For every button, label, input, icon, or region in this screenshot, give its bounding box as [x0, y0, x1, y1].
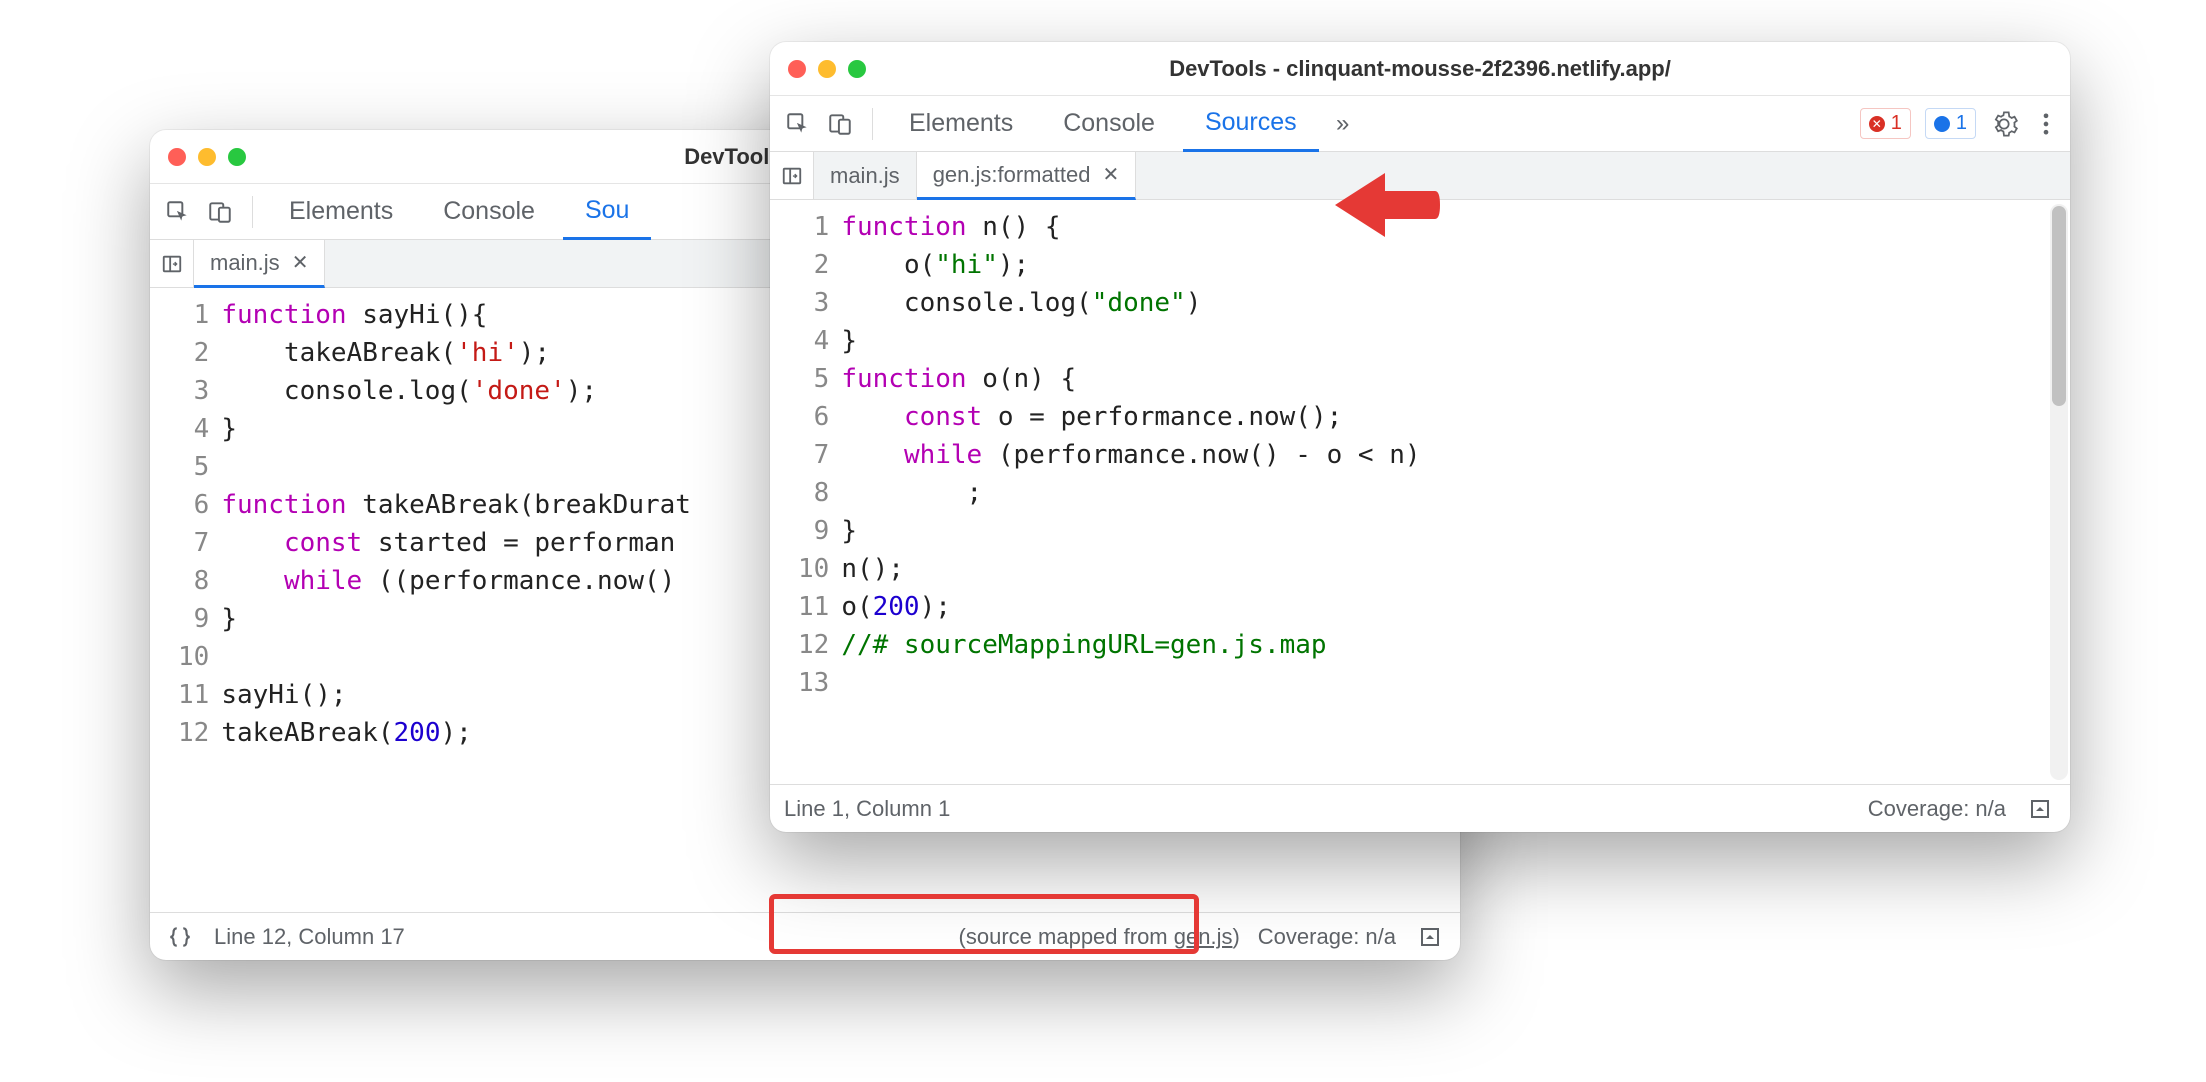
settings-gear-icon[interactable]	[1990, 110, 2018, 138]
device-toggle-icon[interactable]	[202, 194, 238, 230]
coverage-label: Coverage: n/a	[1258, 924, 1396, 950]
file-tab-main-js[interactable]: main.js	[814, 152, 917, 199]
annotation-highlight-box	[769, 894, 1199, 954]
inspect-element-icon[interactable]	[780, 106, 816, 142]
maximize-window-button[interactable]	[228, 148, 246, 166]
navigator-toggle-icon[interactable]	[150, 240, 194, 287]
error-dot-icon: ✕	[1869, 116, 1885, 132]
navigator-toggle-icon[interactable]	[770, 152, 814, 199]
file-tab-label: main.js	[830, 163, 900, 189]
message-count-badge[interactable]: 1	[1925, 108, 1976, 139]
inspect-element-icon[interactable]	[160, 194, 196, 230]
code-editor[interactable]: 12345678910111213 function n() { o("hi")…	[770, 200, 2070, 784]
minimize-window-button[interactable]	[198, 148, 216, 166]
file-tab-main-js[interactable]: main.js ✕	[194, 240, 325, 288]
scrollbar-thumb[interactable]	[2052, 206, 2066, 406]
file-tab-label: main.js	[210, 250, 280, 276]
devtools-window-front: DevTools - clinquant-mousse-2f2396.netli…	[770, 42, 2070, 832]
message-dot-icon	[1934, 116, 1950, 132]
code-area[interactable]: function n() { o("hi"); console.log("don…	[841, 200, 2070, 784]
line-gutter: 12345678910111213	[770, 200, 841, 784]
file-tab-label: gen.js:formatted	[933, 162, 1091, 188]
kebab-menu-icon[interactable]	[2032, 110, 2060, 138]
error-count-badge[interactable]: ✕ 1	[1860, 108, 1911, 139]
window-controls	[788, 60, 866, 78]
collapse-panel-icon[interactable]	[1414, 921, 1446, 953]
toolbar-separator	[872, 108, 873, 140]
more-tabs-icon[interactable]: »	[1325, 106, 1361, 142]
tab-sources[interactable]: Sou	[563, 185, 651, 240]
status-bar: Line 1, Column 1 Coverage: n/a	[770, 784, 2070, 832]
collapse-panel-icon[interactable]	[2024, 793, 2056, 825]
file-tab-gen-js-formatted[interactable]: gen.js:formatted ✕	[917, 152, 1137, 200]
cursor-position: Line 1, Column 1	[784, 796, 950, 822]
tab-elements[interactable]: Elements	[887, 96, 1035, 151]
window-controls	[168, 148, 246, 166]
tab-console[interactable]: Console	[421, 184, 557, 239]
close-icon[interactable]: ✕	[292, 250, 309, 275]
maximize-window-button[interactable]	[848, 60, 866, 78]
window-title: DevTools - clinquant-mousse-2f2396.netli…	[770, 56, 2070, 82]
tab-sources[interactable]: Sources	[1183, 97, 1319, 152]
tab-elements[interactable]: Elements	[267, 184, 415, 239]
format-braces-icon[interactable]	[164, 921, 196, 953]
close-icon[interactable]: ✕	[1102, 162, 1119, 187]
toolbar-separator	[252, 196, 253, 228]
close-window-button[interactable]	[168, 148, 186, 166]
vertical-scrollbar[interactable]	[2050, 204, 2068, 780]
minimize-window-button[interactable]	[818, 60, 836, 78]
tab-console[interactable]: Console	[1041, 96, 1177, 151]
titlebar: DevTools - clinquant-mousse-2f2396.netli…	[770, 42, 2070, 96]
coverage-label: Coverage: n/a	[1868, 796, 2006, 822]
close-window-button[interactable]	[788, 60, 806, 78]
line-gutter: 123456789101112	[150, 288, 221, 912]
main-toolbar: Elements Console Sources » ✕ 1 1	[770, 96, 2070, 152]
cursor-position: Line 12, Column 17	[214, 924, 405, 950]
annotation-arrow-icon	[1330, 165, 1440, 250]
device-toggle-icon[interactable]	[822, 106, 858, 142]
